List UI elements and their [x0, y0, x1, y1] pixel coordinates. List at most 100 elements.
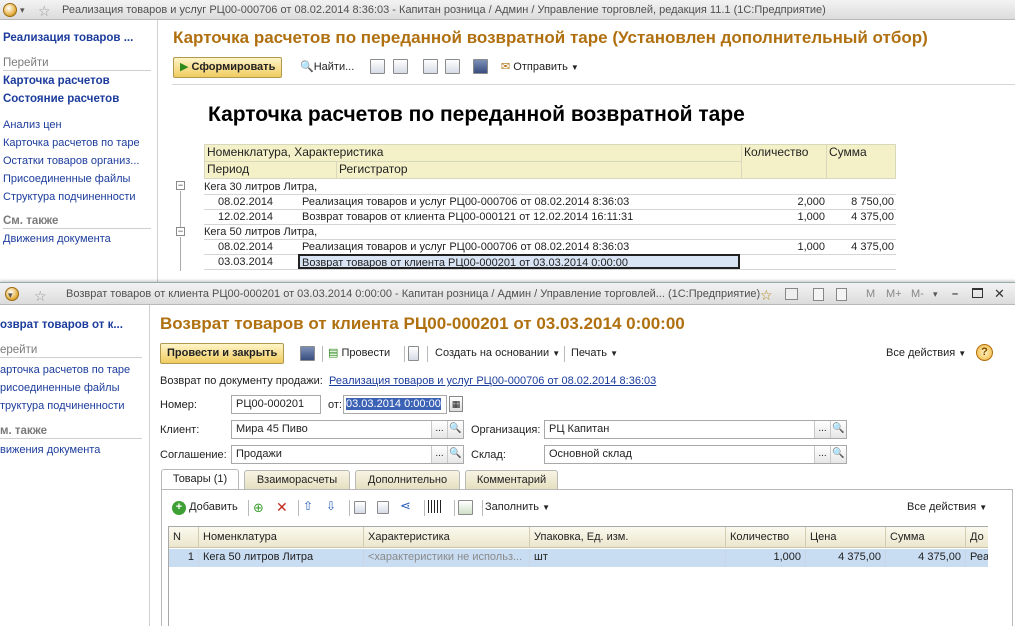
- favorite-star-icon[interactable]: ☆: [38, 1, 51, 19]
- window-title: Реализация товаров и услуг РЦ00-000706 о…: [62, 4, 826, 16]
- memory-m-button[interactable]: M: [866, 283, 875, 304]
- chevron-down-icon[interactable]: ▾: [933, 283, 938, 304]
- sidebar-item-attached-files[interactable]: рисоединенные файлы: [0, 382, 120, 394]
- save-icon[interactable]: [473, 59, 488, 74]
- sidebar-item-movements[interactable]: Движения документа: [3, 233, 111, 245]
- column-header[interactable]: Упаковка, Ед. изм.: [530, 527, 726, 548]
- sale-document-link[interactable]: Реализация товаров и услуг РЦ00-000706 о…: [329, 375, 656, 387]
- chevron-down-icon[interactable]: ▾: [8, 284, 13, 304]
- tab-additional[interactable]: Дополнительно: [355, 470, 460, 489]
- add-button[interactable]: + Добавить: [172, 499, 238, 515]
- memory-minus-button[interactable]: M-: [911, 283, 924, 304]
- save-icon[interactable]: [300, 346, 315, 361]
- sidebar-item-subordination[interactable]: Структура подчиненности: [3, 191, 136, 203]
- fill-button[interactable]: Заполнить ▼: [485, 499, 550, 516]
- divider: [0, 438, 142, 439]
- all-actions-button[interactable]: Все действия ▼: [886, 345, 966, 362]
- journal-icon[interactable]: [408, 346, 419, 361]
- move-down-icon[interactable]: ⇩: [326, 499, 336, 513]
- search-icon[interactable]: 🔍: [830, 421, 846, 438]
- generate-button[interactable]: ▶ Сформировать: [173, 57, 283, 78]
- paste-icon[interactable]: [377, 501, 389, 514]
- split-icon[interactable]: ⋖: [400, 498, 411, 514]
- sidebar-item-settlement-state[interactable]: Состояние расчетов: [3, 93, 119, 105]
- divider: [454, 500, 455, 516]
- number-label: Номер:: [160, 399, 197, 411]
- print-icon[interactable]: [423, 59, 438, 74]
- cell-n: 1: [169, 549, 199, 567]
- post-and-close-button[interactable]: Провести и закрыть: [160, 343, 285, 364]
- report-window-titlebar[interactable]: ▾ ☆ Реализация товаров и услуг РЦ00-0007…: [0, 0, 1015, 20]
- help-icon[interactable]: ?: [976, 344, 993, 361]
- sidebar-item-stock[interactable]: Остатки товаров организ...: [3, 155, 139, 167]
- minimize-button[interactable]: –: [952, 283, 958, 304]
- memory-plus-button[interactable]: M+: [886, 283, 902, 304]
- column-header[interactable]: Характеристика: [364, 527, 530, 548]
- column-header[interactable]: N: [169, 527, 199, 548]
- select-button[interactable]: ...: [814, 446, 830, 463]
- warehouse-field[interactable]: Основной склад ... 🔍: [544, 445, 847, 464]
- column-header[interactable]: Цена: [806, 527, 886, 548]
- client-field[interactable]: Мира 45 Пиво ... 🔍: [231, 420, 464, 439]
- search-icon[interactable]: 🔍: [447, 446, 463, 463]
- sidebar-item-subordination[interactable]: труктура подчиненности: [0, 400, 125, 412]
- sidebar-item-movements[interactable]: вижения документа: [0, 444, 100, 456]
- calendar-icon[interactable]: [836, 288, 847, 301]
- tab-goods[interactable]: Товары (1): [161, 469, 239, 489]
- system-menu-icon[interactable]: [3, 3, 17, 17]
- chevron-down-icon: ▼: [979, 503, 988, 512]
- select-button[interactable]: ...: [431, 446, 447, 463]
- table-all-actions-button[interactable]: Все действия ▼: [907, 499, 987, 516]
- calendar-icon[interactable]: ▦: [449, 396, 463, 412]
- agreement-field[interactable]: Продажи ... 🔍: [231, 445, 464, 464]
- post-button[interactable]: ▤ Провести: [328, 345, 390, 361]
- collapse-group-icon[interactable]: −: [176, 227, 185, 236]
- tab-comment[interactable]: Комментарий: [465, 470, 558, 489]
- favorite-add-icon[interactable]: ☆: [760, 284, 773, 304]
- preview-icon[interactable]: [445, 59, 460, 74]
- select-button[interactable]: ...: [431, 421, 447, 438]
- find-button[interactable]: 🔍Найти...: [300, 59, 354, 75]
- organization-field[interactable]: РЦ Капитан ... 🔍: [544, 420, 847, 439]
- tab-settlements[interactable]: Взаиморасчеты: [244, 470, 350, 489]
- collapse-icon[interactable]: [393, 59, 408, 74]
- sidebar-item-container-card[interactable]: Карточка расчетов по таре: [3, 137, 140, 149]
- header-registrar: Регистратор: [336, 161, 742, 179]
- column-header[interactable]: Сумма: [886, 527, 966, 548]
- column-header[interactable]: Количество: [726, 527, 806, 548]
- sidebar-item-attached-files[interactable]: Присоединенные файлы: [3, 173, 130, 185]
- barcode-icon[interactable]: [428, 500, 443, 513]
- copy-icon[interactable]: [354, 501, 366, 514]
- close-icon[interactable]: ✕: [994, 283, 1005, 304]
- search-icon[interactable]: 🔍: [447, 421, 463, 438]
- chevron-down-icon[interactable]: ▾: [20, 0, 25, 19]
- column-header[interactable]: Номенклатура: [199, 527, 364, 548]
- date-field[interactable]: 03.03.2014 0:00:00: [343, 395, 447, 414]
- selection-icon[interactable]: [458, 500, 473, 515]
- link-icon[interactable]: [785, 288, 798, 300]
- expand-icon[interactable]: [370, 59, 385, 74]
- calculator-icon[interactable]: [813, 288, 824, 301]
- print-button[interactable]: Печать ▼: [571, 345, 618, 362]
- sidebar-item-container-card[interactable]: арточка расчетов по таре: [0, 364, 130, 376]
- number-field[interactable]: РЦ00-000201: [231, 395, 321, 414]
- sidebar-doc-link[interactable]: озврат товаров от к...: [0, 319, 123, 331]
- send-button[interactable]: ✉ Отправить ▼: [501, 59, 579, 76]
- favorite-star-icon[interactable]: ☆: [34, 285, 47, 304]
- maximize-button[interactable]: [972, 288, 983, 298]
- sidebar-item-settlement-card[interactable]: Карточка расчетов: [3, 75, 110, 87]
- sidebar-item-price-analysis[interactable]: Анализ цен: [3, 119, 62, 131]
- copy-add-icon[interactable]: ⊕: [253, 500, 264, 516]
- search-icon[interactable]: 🔍: [830, 446, 846, 463]
- collapse-group-icon[interactable]: −: [176, 181, 185, 190]
- table-row[interactable]: 1 Кега 50 литров Литра <характеристики н…: [169, 549, 988, 567]
- move-up-icon[interactable]: ⇧: [303, 499, 313, 513]
- goods-table[interactable]: N Номенклатура Характеристика Упаковка, …: [168, 526, 988, 626]
- header-period: Период: [204, 161, 337, 179]
- select-button[interactable]: ...: [814, 421, 830, 438]
- return-window-titlebar[interactable]: ▾ ☆ Возврат товаров от клиента РЦ00-0002…: [0, 283, 1015, 305]
- column-header[interactable]: До: [966, 527, 988, 548]
- sidebar-doc-link[interactable]: Реализация товаров ...: [3, 32, 133, 44]
- create-based-on-button[interactable]: Создать на основании ▼: [435, 345, 560, 362]
- delete-icon[interactable]: ✕: [276, 499, 288, 516]
